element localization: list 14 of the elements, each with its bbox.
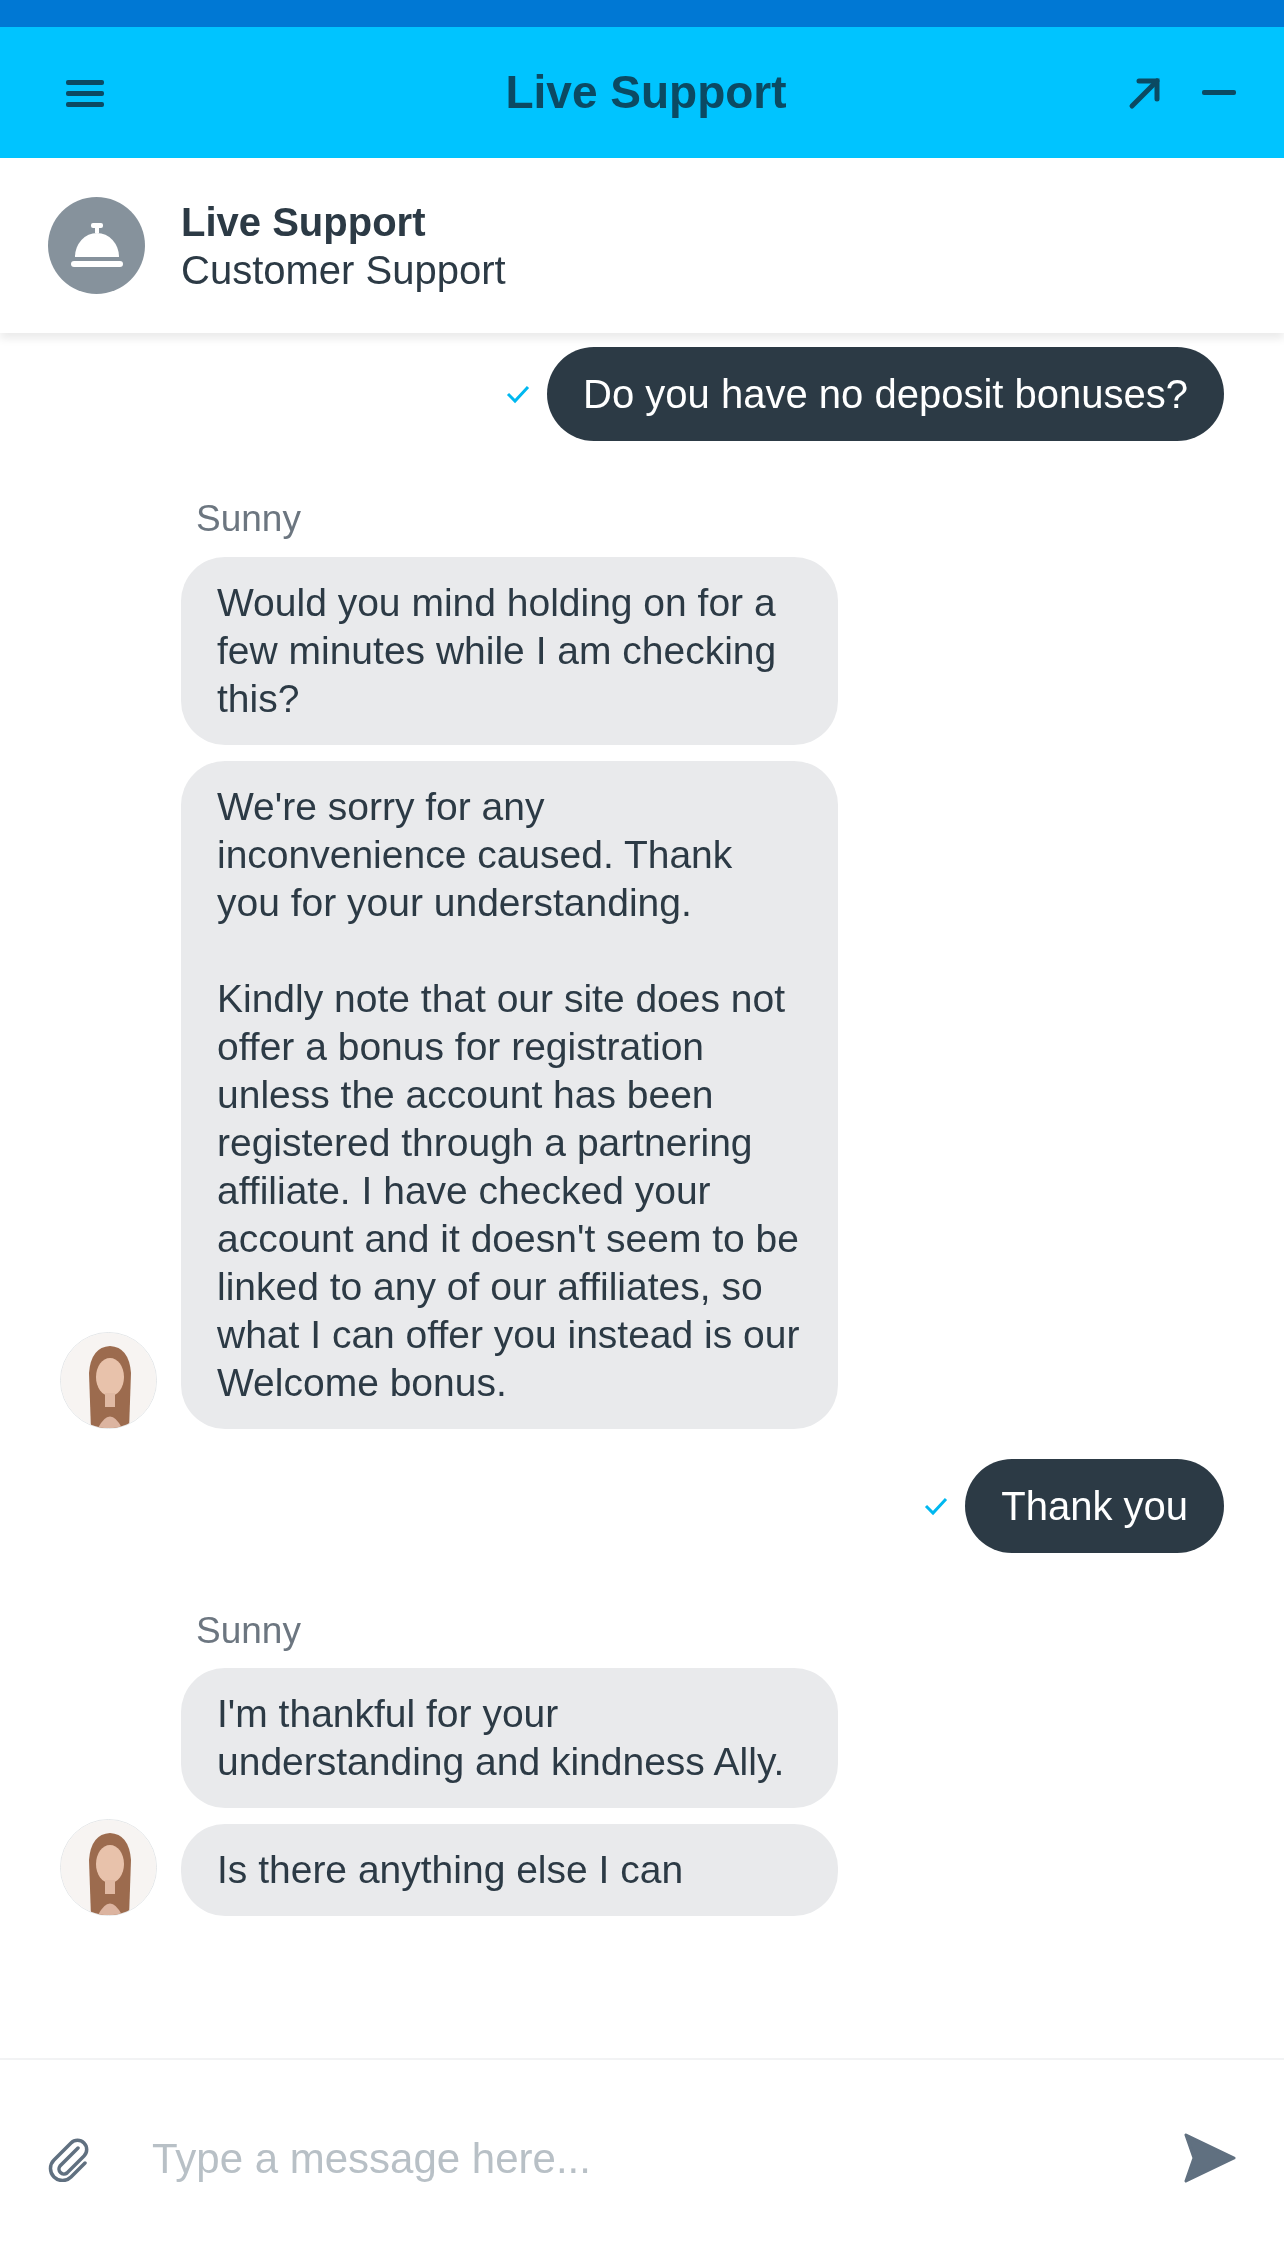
agent-message: I'm thankful for your understanding and kindness Ally.: [181, 1668, 838, 1808]
agent-role: Customer Support: [181, 246, 506, 294]
agent-name: Live Support: [181, 198, 427, 246]
agent-message: Is there anything else I can: [181, 1824, 838, 1916]
sender-name: Sunny: [196, 1608, 302, 1653]
agent-message: We're sorry for any inconvenience caused. Thank you for your understanding. Kindly note that our site does not offer a bonus for registration unless the account has been registered through a partnering affiliate. I have checked your account and it doesn't seem to be linked to any of our affiliates, so what I can offer you instead is our Welcome bonus.: [181, 760, 838, 1429]
visitor-message: Thank you: [965, 1458, 1224, 1553]
window-title: Live Support: [504, 65, 788, 120]
visitor-message: Do you have no deposit bonuses?: [547, 347, 1224, 441]
agent-message: Would you mind holding on for a few minutes while I am checking this?: [181, 556, 838, 745]
sender-name: Sunny: [196, 497, 302, 541]
message-input[interactable]: Type a message here...: [150, 2125, 1124, 2191]
arrow-icon: [1128, 75, 1162, 110]
minus-icon: [1202, 89, 1236, 96]
